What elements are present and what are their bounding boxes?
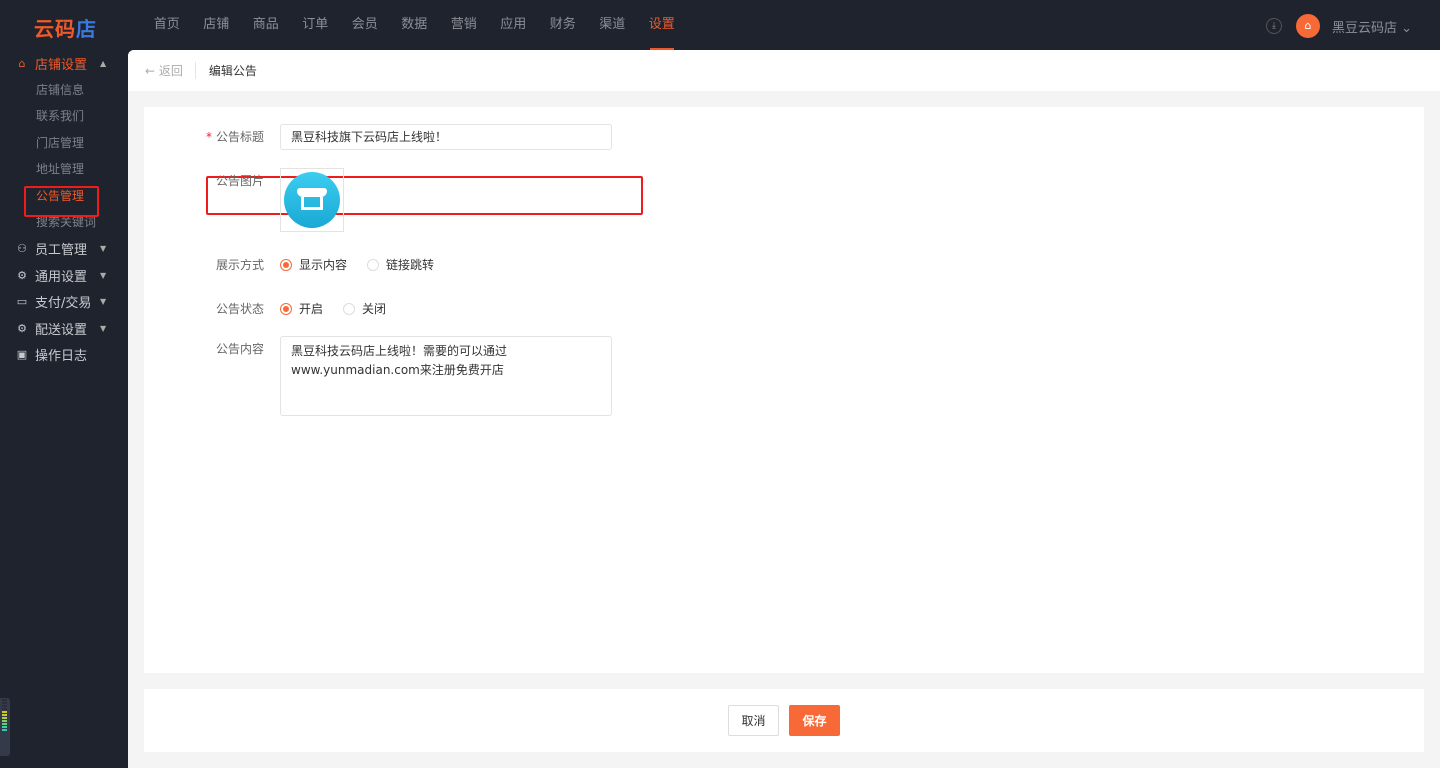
title-row: * 公告标题 黑豆科技旗下云码店上线啦！	[144, 124, 612, 150]
sidebar-group-label: 通用设置	[35, 269, 88, 285]
announcement-image[interactable]	[280, 168, 344, 232]
sidebar-group-staff[interactable]: ⚇ 员工管理 ▼	[0, 236, 128, 263]
caret-up-icon: ▲	[100, 58, 107, 68]
gear-icon: ⚙	[17, 268, 27, 282]
card-icon: ▭	[16, 295, 28, 309]
nav-store[interactable]: 店铺	[192, 0, 242, 50]
nav-goods[interactable]: 商品	[241, 0, 291, 50]
nav-channels[interactable]: 渠道	[588, 0, 638, 50]
radio-off[interactable]: 关闭	[343, 300, 386, 317]
nav-marketing[interactable]: 营销	[439, 0, 489, 50]
sidebar-group-label: 操作日志	[35, 349, 88, 365]
image-row: 公告图片	[144, 168, 344, 232]
log-icon: ▣	[16, 348, 28, 362]
title-label: * 公告标题	[205, 130, 264, 144]
form-card: * 公告标题 黑豆科技旗下云码店上线啦！ 公告图片 展示方式 显示内容 链接跳转 …	[144, 107, 1424, 673]
display-label: 展示方式	[215, 258, 264, 272]
back-button[interactable]: ← 返回	[145, 62, 196, 79]
nav-home[interactable]: 首页	[142, 0, 192, 50]
back-label: 返回	[158, 64, 183, 78]
sidebar-group-general[interactable]: ⚙ 通用设置 ▼	[0, 262, 128, 289]
sidebar-group-label: 支付/交易	[35, 296, 92, 312]
main-nav: 首页 店铺 商品 订单 会员 数据 营销 应用 财务 渠道 设置	[142, 0, 687, 50]
store-icon	[297, 188, 327, 212]
gear-icon: ⚙	[17, 321, 27, 335]
sidebar-item-operation-log[interactable]: ▣ 操作日志	[0, 342, 128, 369]
content-textarea[interactable]: 黑豆科技云码店上线啦！需要的可以通过 www.yunmadian.com来注册免…	[280, 336, 612, 416]
volume-meter	[0, 698, 10, 756]
highlight-box	[24, 186, 99, 217]
title-input[interactable]: 黑豆科技旗下云码店上线啦！	[280, 124, 612, 150]
page-title: 编辑公告	[208, 64, 257, 78]
image-label: 公告图片	[215, 174, 264, 188]
sidebar-group-delivery[interactable]: ⚙ 配送设置 ▼	[0, 315, 128, 342]
sidebar-item-outlets[interactable]: 门店管理	[0, 130, 128, 157]
caret-down-icon: ▼	[100, 244, 107, 254]
content-row: 公告内容 黑豆科技云码店上线啦！需要的可以通过 www.yunmadian.co…	[144, 336, 612, 416]
nav-orders[interactable]: 订单	[291, 0, 341, 50]
sidebar-group-label: 员工管理	[35, 243, 88, 259]
download-icon[interactable]: ⤓	[1266, 18, 1282, 34]
sidebar-group-store-settings[interactable]: ⌂ 店铺设置 ▲	[0, 50, 128, 77]
radio-link-jump[interactable]: 链接跳转	[367, 256, 434, 273]
sidebar-item-contact[interactable]: 联系我们	[0, 103, 128, 130]
status-label: 公告状态	[215, 302, 264, 316]
top-bar: 云码店 首页 店铺 商品 订单 会员 数据 营销 应用 财务 渠道 设置 ⤓ ⌂…	[0, 0, 1440, 50]
page-header: ← 返回 编辑公告	[128, 50, 1440, 91]
sidebar-item-address[interactable]: 地址管理	[0, 156, 128, 183]
main-content: ← 返回 编辑公告 * 公告标题 黑豆科技旗下云码店上线啦！ 公告图片 展示方式 …	[128, 50, 1440, 768]
shop-switcher[interactable]: 黑豆云码店 ⌄	[1332, 17, 1412, 36]
content-label: 公告内容	[215, 342, 264, 356]
sidebar-group-label: 店铺设置	[35, 57, 88, 73]
nav-finance[interactable]: 财务	[538, 0, 588, 50]
logo[interactable]: 云码店	[34, 13, 97, 42]
save-button[interactable]: 保存	[789, 705, 840, 736]
store-icon: ⌂	[18, 56, 26, 70]
nav-settings[interactable]: 设置	[637, 0, 687, 50]
form-footer: 取消 保存	[144, 689, 1424, 752]
avatar[interactable]: ⌂	[1296, 14, 1320, 38]
nav-members[interactable]: 会员	[340, 0, 390, 50]
chevron-down-icon: ⌄	[1401, 21, 1413, 36]
display-row: 展示方式 显示内容 链接跳转	[144, 256, 454, 273]
cancel-button[interactable]: 取消	[728, 705, 779, 736]
caret-down-icon: ▼	[100, 270, 107, 280]
sidebar-item-store-info[interactable]: 店铺信息	[0, 77, 128, 104]
sidebar-group-payment[interactable]: ▭ 支付/交易 ▼	[0, 289, 128, 316]
shop-name: 黑豆云码店	[1332, 21, 1398, 36]
radio-show-content[interactable]: 显示内容	[280, 256, 347, 273]
caret-down-icon: ▼	[100, 297, 107, 307]
status-row: 公告状态 开启 关闭	[144, 300, 406, 317]
sidebar-group-label: 配送设置	[35, 322, 88, 338]
caret-down-icon: ▼	[100, 323, 107, 333]
users-icon: ⚇	[17, 242, 27, 256]
nav-data[interactable]: 数据	[390, 0, 440, 50]
arrow-left-icon: ←	[145, 64, 159, 78]
nav-apps[interactable]: 应用	[489, 0, 539, 50]
radio-on[interactable]: 开启	[280, 300, 323, 317]
